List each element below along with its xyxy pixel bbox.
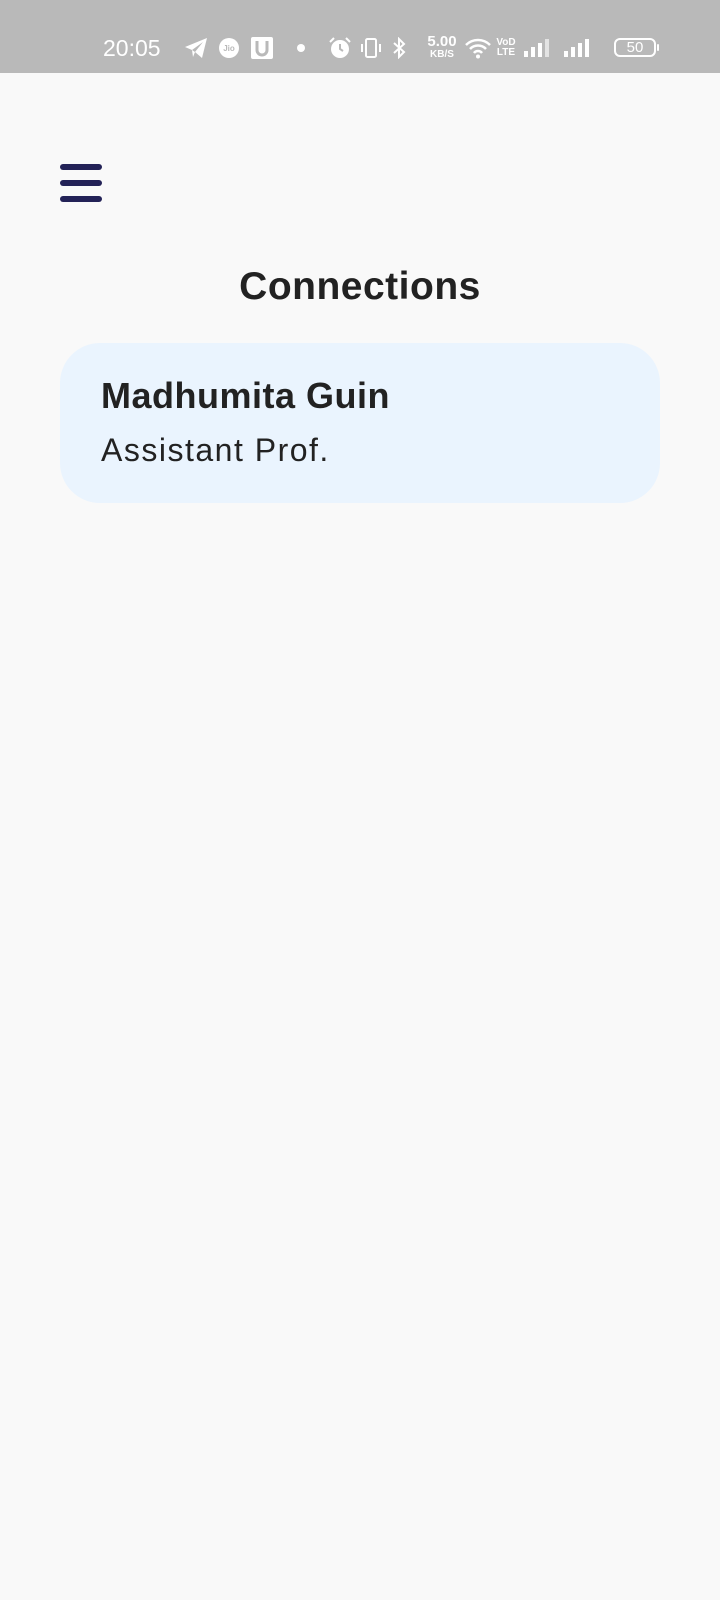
network-speed-value: 5.00 [427, 33, 457, 50]
hamburger-menu-icon[interactable] [50, 155, 112, 211]
u-app-icon [251, 34, 273, 62]
battery-icon: 50 [614, 38, 659, 57]
status-time: 20:05 [103, 35, 161, 61]
svg-text:Jio: Jio [223, 44, 235, 53]
vibrate-icon [360, 34, 382, 62]
menu-line [60, 164, 102, 170]
connection-card[interactable]: Madhumita Guin Assistant Prof. [60, 343, 660, 503]
signal-icon [562, 34, 592, 62]
network-speed: 5.00 KB/S [423, 34, 461, 60]
connection-role: Assistant Prof. [101, 432, 330, 468]
notification-dot-icon [296, 34, 306, 62]
connections-screen: 20:05 Jio 5.00 KB/S VoD LTE 50 Connectio… [0, 0, 720, 1600]
status-bar: 20:05 Jio 5.00 KB/S VoD LTE 50 [0, 0, 720, 73]
jio-icon: Jio [218, 34, 240, 62]
volte-label: VoD LTE [494, 34, 518, 62]
connection-name: Madhumita Guin [101, 375, 390, 416]
signal-icon [523, 34, 549, 62]
wifi-icon [463, 34, 493, 62]
menu-line [60, 196, 102, 202]
menu-line [60, 180, 102, 186]
bluetooth-icon [391, 34, 407, 62]
volte-label-bottom: LTE [496, 47, 516, 58]
page-title: Connections [239, 265, 481, 308]
telegram-icon [183, 34, 209, 62]
network-speed-unit: KB/S [430, 49, 454, 60]
alarm-icon [328, 34, 352, 62]
